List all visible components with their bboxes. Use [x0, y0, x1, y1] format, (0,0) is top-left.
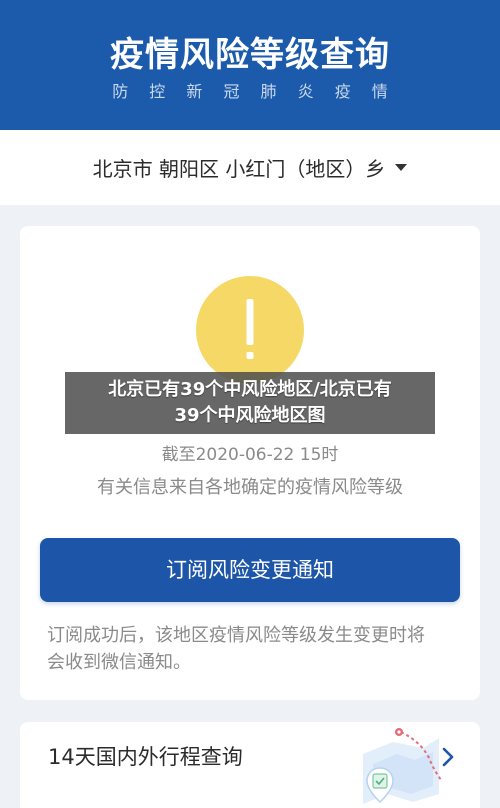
map-pin-icon — [353, 724, 443, 806]
caret-down-icon — [395, 163, 408, 172]
risk-status-card: 截至2020-06-22 15时 有关信息来自各地确定的疫情风险等级 订阅风险变… — [20, 226, 480, 700]
overlay-caption-line: 39个中风险地区图 — [174, 405, 326, 426]
update-timestamp: 截至2020-06-22 15时 — [161, 445, 339, 465]
location-selector[interactable]: 北京市 朝阳区 小红门（地区）乡 — [0, 130, 500, 205]
page: 疫情风险等级查询 防 控 新 冠 肺 炎 疫 情 北京市 朝阳区 小红门（地区）… — [0, 0, 500, 808]
location-text: 北京市 朝阳区 小红门（地区）乡 — [92, 157, 386, 181]
exclamation-icon — [196, 276, 304, 384]
subscribe-button[interactable]: 订阅风险变更通知 — [40, 538, 460, 602]
app-header: 疫情风险等级查询 防 控 新 冠 肺 炎 疫 情 — [0, 0, 500, 130]
travel-history-card[interactable]: 14天国内外行程查询 — [20, 722, 480, 808]
page-title: 疫情风险等级查询 — [110, 35, 390, 75]
overlay-caption-line: 北京已有39个中风险地区/北京已有 — [108, 379, 392, 400]
travel-history-label: 14天国内外行程查询 — [48, 745, 243, 769]
source-note: 有关信息来自各地确定的疫情风险等级 — [97, 477, 403, 498]
subscribe-note: 订阅成功后，该地区疫情风险等级发生变更时将 会收到微信通知。 — [47, 622, 467, 676]
subscribe-note-line: 会收到微信通知。 — [47, 652, 191, 673]
overlay-caption: 北京已有39个中风险地区/北京已有 39个中风险地区图 — [65, 372, 435, 434]
chevron-right-icon[interactable] — [441, 746, 455, 768]
subscribe-note-line: 订阅成功后，该地区疫情风险等级发生变更时将 — [47, 625, 425, 646]
page-subtitle: 防 控 新 冠 肺 炎 疫 情 — [112, 82, 396, 101]
